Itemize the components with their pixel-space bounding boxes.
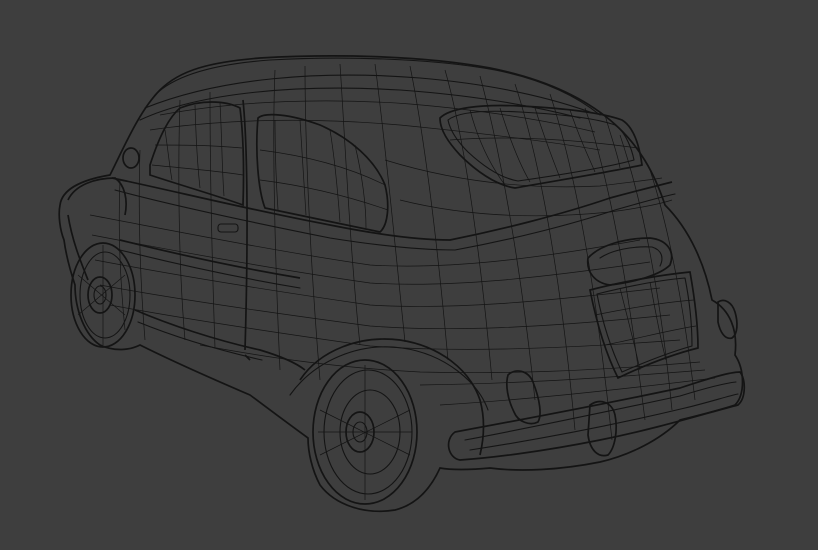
rear-wheel <box>312 359 418 505</box>
license-plate-light <box>586 237 673 286</box>
side-mirror <box>122 147 140 169</box>
car-wireframe-mesh <box>58 55 746 513</box>
engine-lid <box>589 271 699 380</box>
front-wheel <box>70 242 136 348</box>
door-outline <box>242 99 248 351</box>
3d-viewport[interactable] <box>0 0 818 550</box>
rear-window <box>439 104 643 189</box>
body-outline <box>58 55 744 513</box>
door-handle <box>217 223 239 233</box>
wireframe-render <box>58 55 746 513</box>
